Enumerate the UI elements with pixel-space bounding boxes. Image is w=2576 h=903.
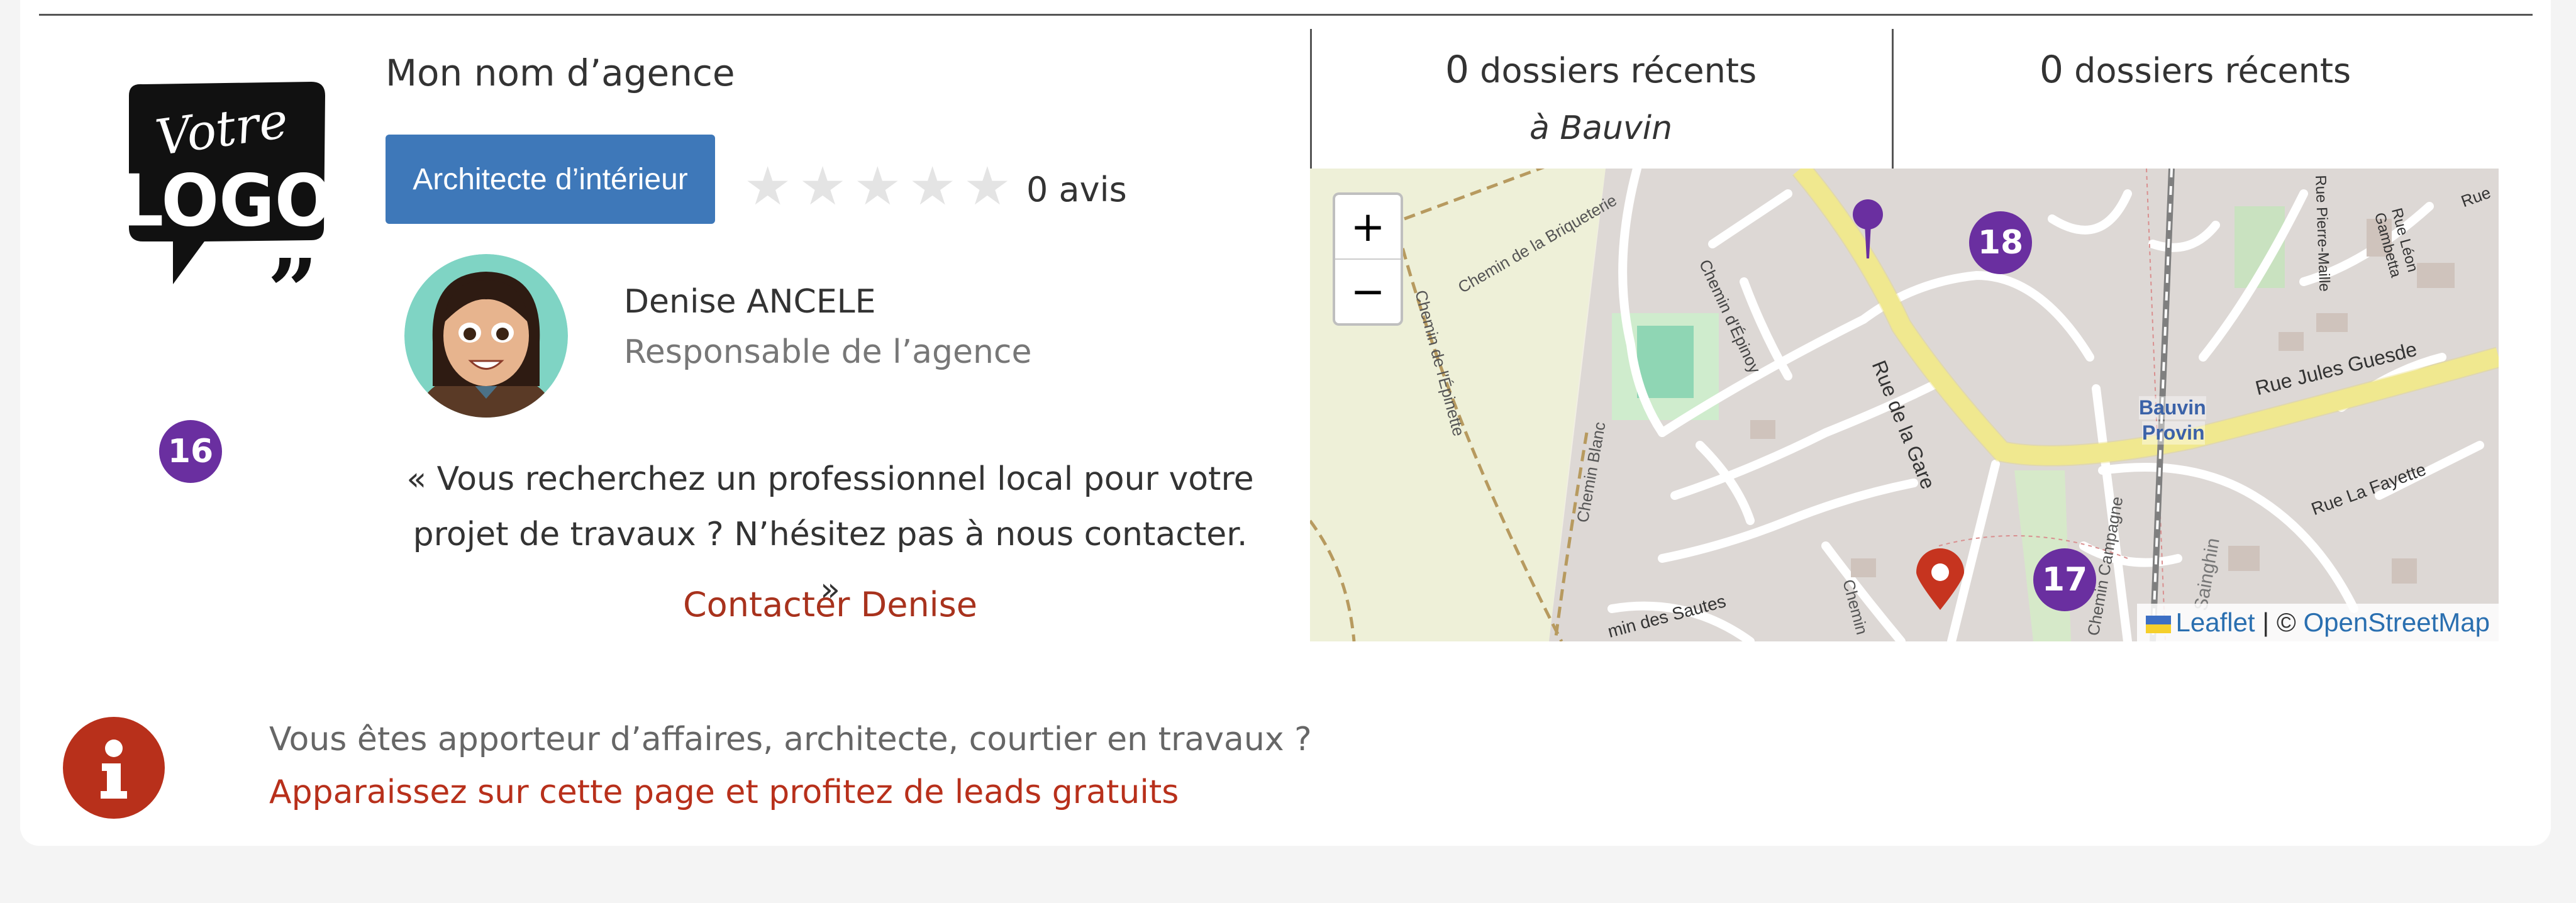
star-icon: ★ [908,155,957,217]
star-icon: ★ [963,155,1011,217]
svg-text:“: “ [148,70,199,104]
stat-label: dossiers récents [2074,51,2351,91]
leads-link[interactable]: Apparaissez sur cette page et profitez d… [269,773,1179,811]
agency-logo: “ ” Votre LOGO [104,1,346,343]
stats-bar: 0 dossiers récents à Bauvin 0 dossiers r… [1310,29,2499,169]
stat-sub: à Bauvin [1529,109,1673,147]
contact-link[interactable]: Contacter Denise [402,585,1258,624]
star-icon: ★ [744,155,792,217]
town-label: Bauvin [2139,396,2206,419]
marker-count-badge[interactable]: 16 [159,420,222,483]
rating-stars: ★ ★ ★ ★ ★ [744,160,1011,213]
svg-text:”: ” [267,240,318,291]
osm-link[interactable]: OpenStreetMap [2303,607,2490,637]
stat-count: 0 [2039,48,2063,92]
person-role: Responsable de l’agence [624,333,1032,371]
attribution-separator: | © [2255,607,2304,637]
map-attribution: Leaflet | © OpenStreetMap [2136,604,2499,641]
town-label: Provin [2142,421,2205,445]
marker-cluster-badge[interactable]: 17 [2033,548,2096,611]
zoom-out-button[interactable]: − [1335,258,1401,323]
reviews-count[interactable]: 0 avis [1026,170,1127,209]
map[interactable]: Rue de la Gare Rue Jules Guesde Bauvin P… [1310,169,2499,641]
info-icon [63,717,165,819]
star-icon: ★ [853,155,901,217]
zoom-control: + − [1333,192,1403,326]
logo-text-bottom: LOGO [120,160,332,243]
pin-marker-icon[interactable] [1852,199,1884,259]
stat-recent-local: 0 dossiers récents à Bauvin [1310,48,1892,147]
location-marker-icon[interactable] [1916,548,1964,611]
person-name: Denise ANCELE [624,283,876,321]
star-icon: ★ [799,155,847,217]
category-button[interactable]: Architecte d’intérieur [386,135,715,224]
info-text: Vous êtes apporteur d’affaires, architec… [269,721,1312,758]
zoom-in-button[interactable]: + [1335,195,1401,258]
agency-name: Mon nom d’agence [386,52,735,94]
avatar [404,254,568,418]
stat-count: 0 [1445,48,1469,92]
stat-recent-all: 0 dossiers récents [1892,48,2499,92]
marker-cluster-badge[interactable]: 18 [1969,211,2032,274]
stat-label: dossiers récents [1480,51,1757,91]
top-divider [39,14,2533,16]
leaflet-link[interactable]: Leaflet [2176,607,2255,637]
ukraine-flag-icon [2145,615,2171,633]
